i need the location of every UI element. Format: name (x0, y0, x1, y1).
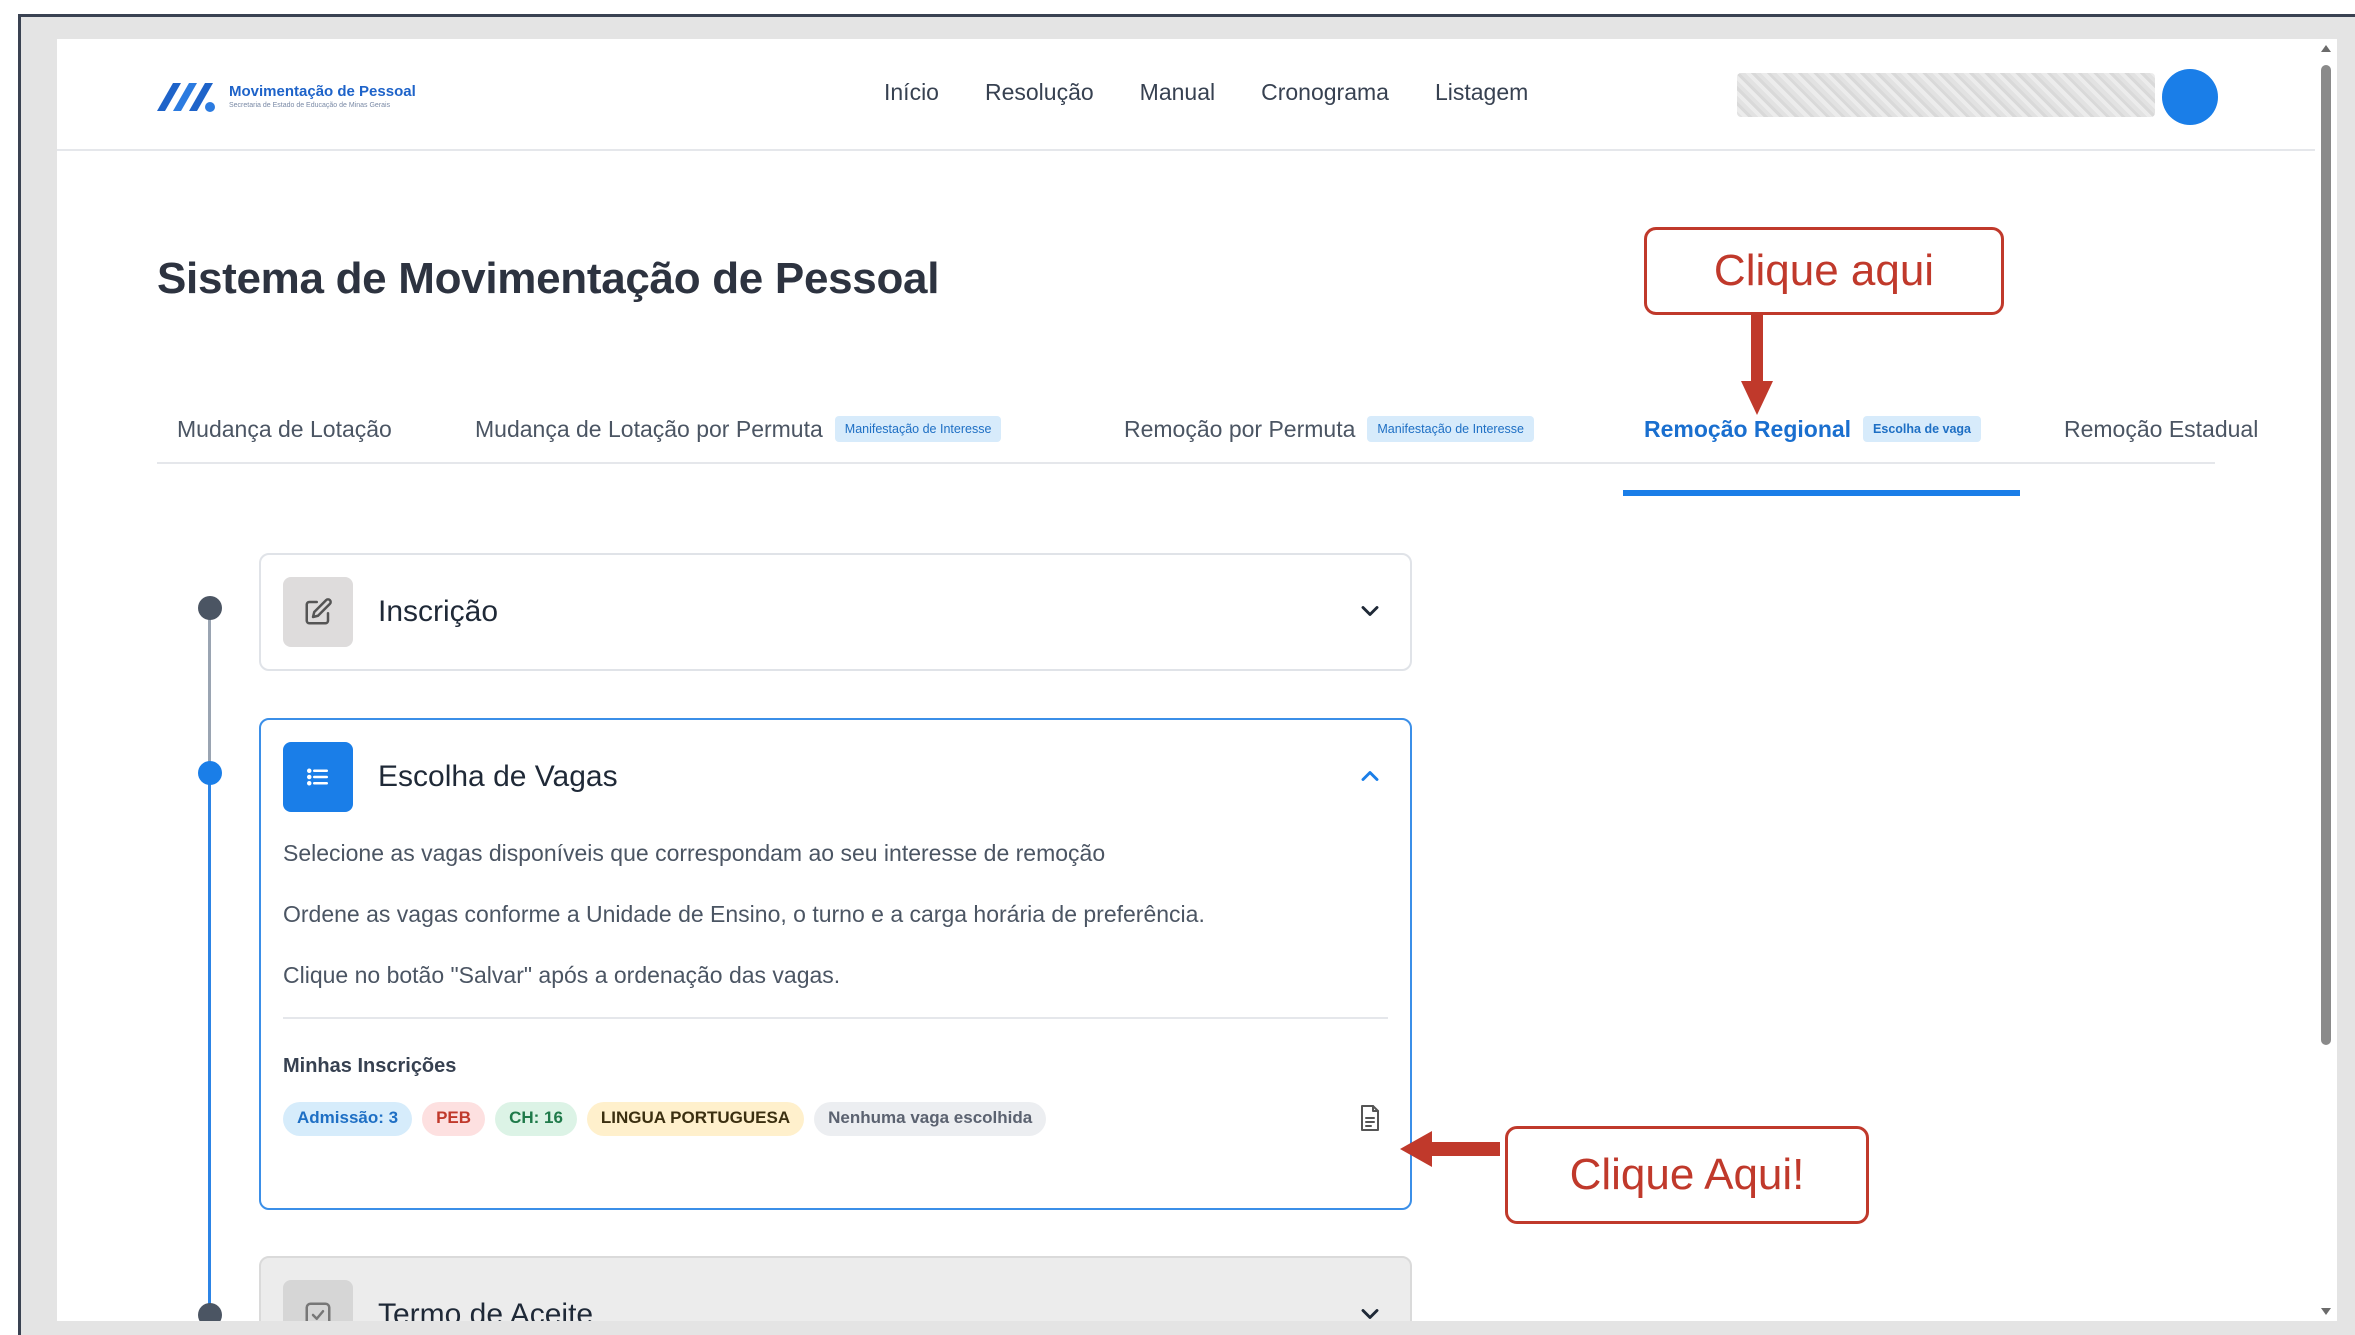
chip-cargo: PEB (422, 1102, 486, 1136)
top-navbar: Movimentação de Pessoal Secretaria de Es… (57, 39, 2315, 151)
browser-viewport: Movimentação de Pessoal Secretaria de Es… (57, 39, 2315, 1321)
avatar[interactable] (2162, 69, 2218, 125)
step-header[interactable]: Termo de Aceite (261, 1258, 1410, 1321)
scroll-up-icon[interactable] (2321, 45, 2331, 52)
page-title: Sistema de Movimentação de Pessoal (157, 254, 940, 303)
arrow-down-icon (1741, 315, 1773, 415)
step-title: Inscrição (378, 595, 499, 628)
step-header[interactable]: Escolha de Vagas (261, 720, 1410, 834)
annotation-callout-document: Clique Aqui! (1505, 1126, 1869, 1224)
tab-label: Mudança de Lotação por Permuta (475, 415, 823, 442)
step-escolha-vagas: Escolha de Vagas Selecione as vagas disp… (259, 718, 1412, 1210)
tab-remocao-regional[interactable]: Remoção Regional Escolha de vaga (1644, 394, 1982, 464)
tab-label: Remoção por Permuta (1124, 415, 1356, 442)
logo-icon (157, 83, 215, 112)
nav-resolucao[interactable]: Resolução (985, 79, 1094, 106)
logo[interactable]: Movimentação de Pessoal Secretaria de Es… (155, 77, 416, 115)
annotation-callout-tab: Clique aqui (1644, 227, 2004, 315)
tab-label: Remoção Estadual (2064, 415, 2259, 442)
document-icon[interactable] (1358, 1104, 1382, 1132)
edit-icon (283, 577, 353, 647)
timeline-dot-active (198, 761, 222, 785)
nav-manual[interactable]: Manual (1140, 79, 1215, 106)
main-nav: Início Resolução Manual Cronograma Lista… (884, 79, 1528, 106)
tab-mudanca-lotacao-permuta[interactable]: Mudança de Lotação por Permuta Manifesta… (475, 394, 1002, 464)
logo-subtitle: Secretaria de Estado de Educação de Mina… (229, 102, 391, 109)
inscricao-chips: Admissão: 3 PEB CH: 16 LINGUA PORTUGUESA… (283, 1102, 1388, 1136)
process-tabs: Mudança de Lotação Mudança de Lotação po… (157, 394, 2258, 464)
chip-carga-horaria: CH: 16 (495, 1102, 577, 1136)
nav-cronograma[interactable]: Cronograma (1261, 79, 1389, 106)
chevron-down-icon[interactable] (1356, 1300, 1384, 1321)
tab-badge: Manifestação de Interesse (1367, 416, 1535, 442)
arrow-left-icon (1400, 1131, 1500, 1167)
step-description: Clique no botão "Salvar" após a ordenaçã… (283, 962, 841, 988)
step-description: Selecione as vagas disponíveis que corre… (283, 840, 1106, 866)
divider (283, 1017, 1388, 1019)
step-inscricao: Inscrição (259, 553, 1412, 671)
timeline-dot (198, 596, 222, 620)
chevron-up-icon[interactable] (1356, 762, 1384, 790)
tab-badge: Manifestação de Interesse (834, 416, 1002, 442)
scrollbar-thumb[interactable] (2321, 65, 2331, 1045)
check-square-icon (283, 1280, 353, 1321)
tab-mudanca-lotacao[interactable]: Mudança de Lotação (177, 394, 392, 464)
scrollbar[interactable] (2315, 39, 2337, 1321)
tab-remocao-estadual[interactable]: Remoção Estadual (2064, 394, 2258, 464)
tab-label: Mudança de Lotação (177, 415, 392, 442)
active-tab-indicator (1623, 490, 2020, 496)
user-name-redacted (1737, 73, 2155, 117)
tab-remocao-permuta[interactable]: Remoção por Permuta Manifestação de Inte… (1124, 394, 1535, 464)
timeline-dot (198, 1303, 222, 1321)
timeline-line-active (208, 779, 211, 1321)
minhas-inscricoes-title: Minhas Inscrições (283, 1055, 457, 1077)
step-description: Ordene as vagas conforme a Unidade de En… (283, 901, 1205, 927)
step-title: Termo de Aceite (378, 1298, 594, 1321)
chip-admissao: Admissão: 3 (283, 1102, 413, 1136)
scroll-down-icon[interactable] (2321, 1308, 2331, 1315)
tab-badge: Escolha de vaga (1863, 416, 1982, 442)
step-title: Escolha de Vagas (378, 760, 618, 793)
nav-inicio[interactable]: Início (884, 79, 939, 106)
list-icon (283, 742, 353, 812)
step-header[interactable]: Inscrição (261, 555, 1410, 669)
tab-label: Remoção Regional (1644, 415, 1852, 442)
chip-disciplina: LINGUA PORTUGUESA (586, 1102, 805, 1136)
chevron-down-icon[interactable] (1356, 597, 1384, 625)
step-termo-aceite: Termo de Aceite (259, 1256, 1412, 1321)
nav-listagem[interactable]: Listagem (1435, 79, 1528, 106)
chip-status: Nenhuma vaga escolhida (814, 1102, 1047, 1136)
logo-title: Movimentação de Pessoal (229, 83, 416, 100)
